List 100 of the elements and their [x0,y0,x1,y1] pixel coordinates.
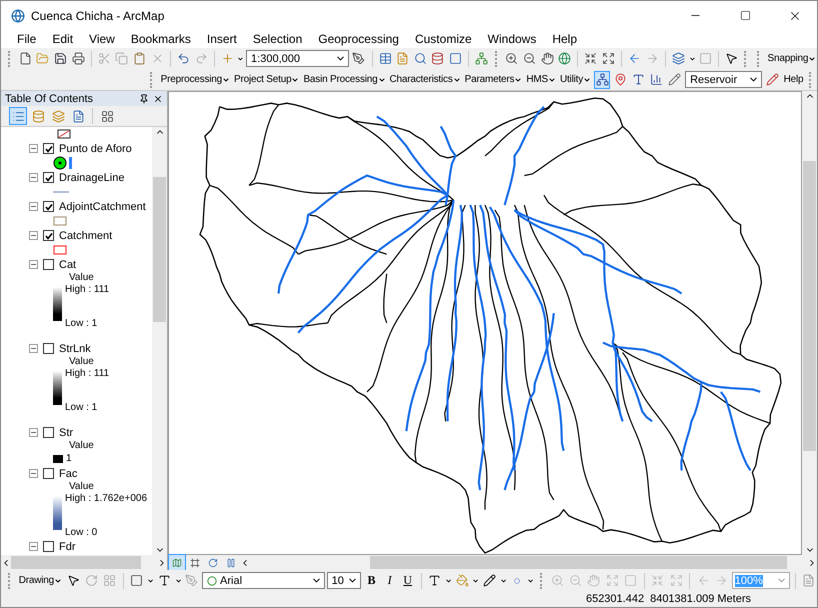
layer-dropdown[interactable]: Reservoir [685,71,762,88]
layer-name[interactable]: Catchment [59,230,112,242]
expand-toggle[interactable] [29,260,38,269]
panel-title: Table Of Contents [5,92,94,104]
caret-icon [583,76,591,84]
expand-toggle[interactable] [29,428,38,437]
polygon-symbol-icon [57,129,71,139]
layer-checkbox[interactable] [43,172,54,183]
menu-item[interactable]: Windows [480,32,544,46]
toolbar-menu[interactable]: Basin Processing [302,74,386,85]
app-icon [11,8,25,22]
caret-icon [527,576,535,584]
menu-item[interactable]: Edit [44,32,82,46]
layer-name[interactable]: StrLnk [59,342,91,354]
caret-icon [237,54,244,62]
expand-toggle[interactable] [29,173,38,182]
legend-low-label: Low : 0 [65,527,98,539]
layer-name[interactable]: Str [59,426,74,438]
new-document-icon[interactable] [18,50,34,68]
help-button[interactable]: Help [782,74,804,85]
caret-icon [548,76,556,84]
caret-icon [54,576,62,584]
layer-checkbox[interactable] [43,541,54,552]
menu-item[interactable]: Customize [406,32,480,46]
menu-item[interactable]: Help [544,32,586,46]
layer-checkbox[interactable] [43,259,54,270]
vertical-scrollbar[interactable] [152,127,167,555]
legend-field-label: Value [68,440,95,452]
pencil-icon[interactable] [764,70,781,88]
pan-icon[interactable] [539,50,555,68]
layer-checkbox[interactable] [43,427,54,438]
bold-button[interactable]: B [363,572,380,590]
menu-item[interactable]: Insert [198,32,245,46]
toolbar-menu[interactable]: Preprocessing [160,74,231,85]
caret-icon [808,54,816,62]
legend-high-label: High : 111 [65,368,110,380]
expand-toggle[interactable] [29,202,38,211]
expand-toggle[interactable] [29,231,38,240]
full-extent-icon[interactable] [556,50,572,68]
menu-item[interactable]: Geoprocessing [310,32,407,46]
layer-checkbox[interactable] [43,343,54,354]
caret-icon [444,576,452,584]
layer-checkbox[interactable] [43,468,54,479]
caret-icon [291,76,300,84]
layer-checkbox[interactable] [43,230,54,241]
underline-button[interactable]: U [400,572,416,590]
legend-high-label: High : 1.762e+006 [65,493,148,505]
menu-item[interactable]: Selection [244,32,310,46]
caret-icon [472,576,480,584]
layer-checkbox[interactable] [43,143,54,154]
pencil-icon[interactable] [666,70,684,88]
expand-toggle[interactable] [29,469,38,478]
layer-name[interactable]: Fdr [59,540,76,552]
drawing-menu[interactable]: Drawing [18,575,63,586]
layer-name[interactable]: Fac [59,468,78,480]
italic-button[interactable]: I [382,572,398,590]
caret-icon [500,576,508,584]
font-dropdown[interactable]: Arial [202,572,325,589]
fill-color-icon[interactable] [454,572,470,590]
close-icon[interactable] [153,94,163,104]
print-icon[interactable] [70,50,86,68]
window-title: Cuenca Chicha - ArcMap [31,8,166,22]
legend-low-label: Low : 1 [65,318,98,330]
menu-item[interactable]: Bookmarks [122,32,199,46]
expand-toggle[interactable] [29,144,38,153]
line-color-icon[interactable] [482,572,498,590]
x-coordinate: 652301.442 [586,593,644,605]
caret-icon [147,576,154,584]
menu-item[interactable]: File [9,32,44,46]
toolbar-menu[interactable]: HMS [525,74,557,85]
layer-checkbox[interactable] [43,201,54,212]
caret-icon [222,76,230,84]
layer-name[interactable]: DrainageLine [59,172,124,184]
network-icon[interactable] [594,70,610,88]
font-type-icon [207,576,218,586]
map-vertical-scrollbar[interactable] [802,91,817,555]
caret-icon [174,576,182,584]
caret-icon [514,76,522,84]
menu-item[interactable]: View [81,32,123,46]
expand-toggle[interactable] [29,344,38,353]
horizontal-scrollbar[interactable] [1,555,167,570]
map-horizontal-scrollbar[interactable] [370,556,787,569]
maximize-icon[interactable] [740,10,750,21]
caret-icon [378,76,386,84]
expand-toggle[interactable] [29,542,38,551]
toolbar-menu[interactable]: Utility [558,74,592,85]
paste-icon[interactable] [132,50,148,68]
legend-high-label: High : 111 [65,284,110,296]
layer-name[interactable]: Cat [59,258,76,270]
pin-icon[interactable] [139,94,149,104]
snapping-menu[interactable]: Snapping [766,53,818,64]
toolbar-menu[interactable]: Parameters [464,74,524,85]
y-coordinate: 8401381.009 Meters [650,593,751,605]
layer-name[interactable]: Punto de Aforo [59,142,132,154]
layer-name[interactable]: AdjointCatchment [59,200,146,212]
font-size-dropdown[interactable]: 10 [326,572,362,589]
scale-field[interactable]: 1:300,000 [246,50,349,67]
list-by-drawing-order-icon[interactable] [9,107,27,125]
toolbar-menu[interactable]: Characteristics [388,74,462,85]
toolbar-menu[interactable]: Project Setup [233,74,300,85]
